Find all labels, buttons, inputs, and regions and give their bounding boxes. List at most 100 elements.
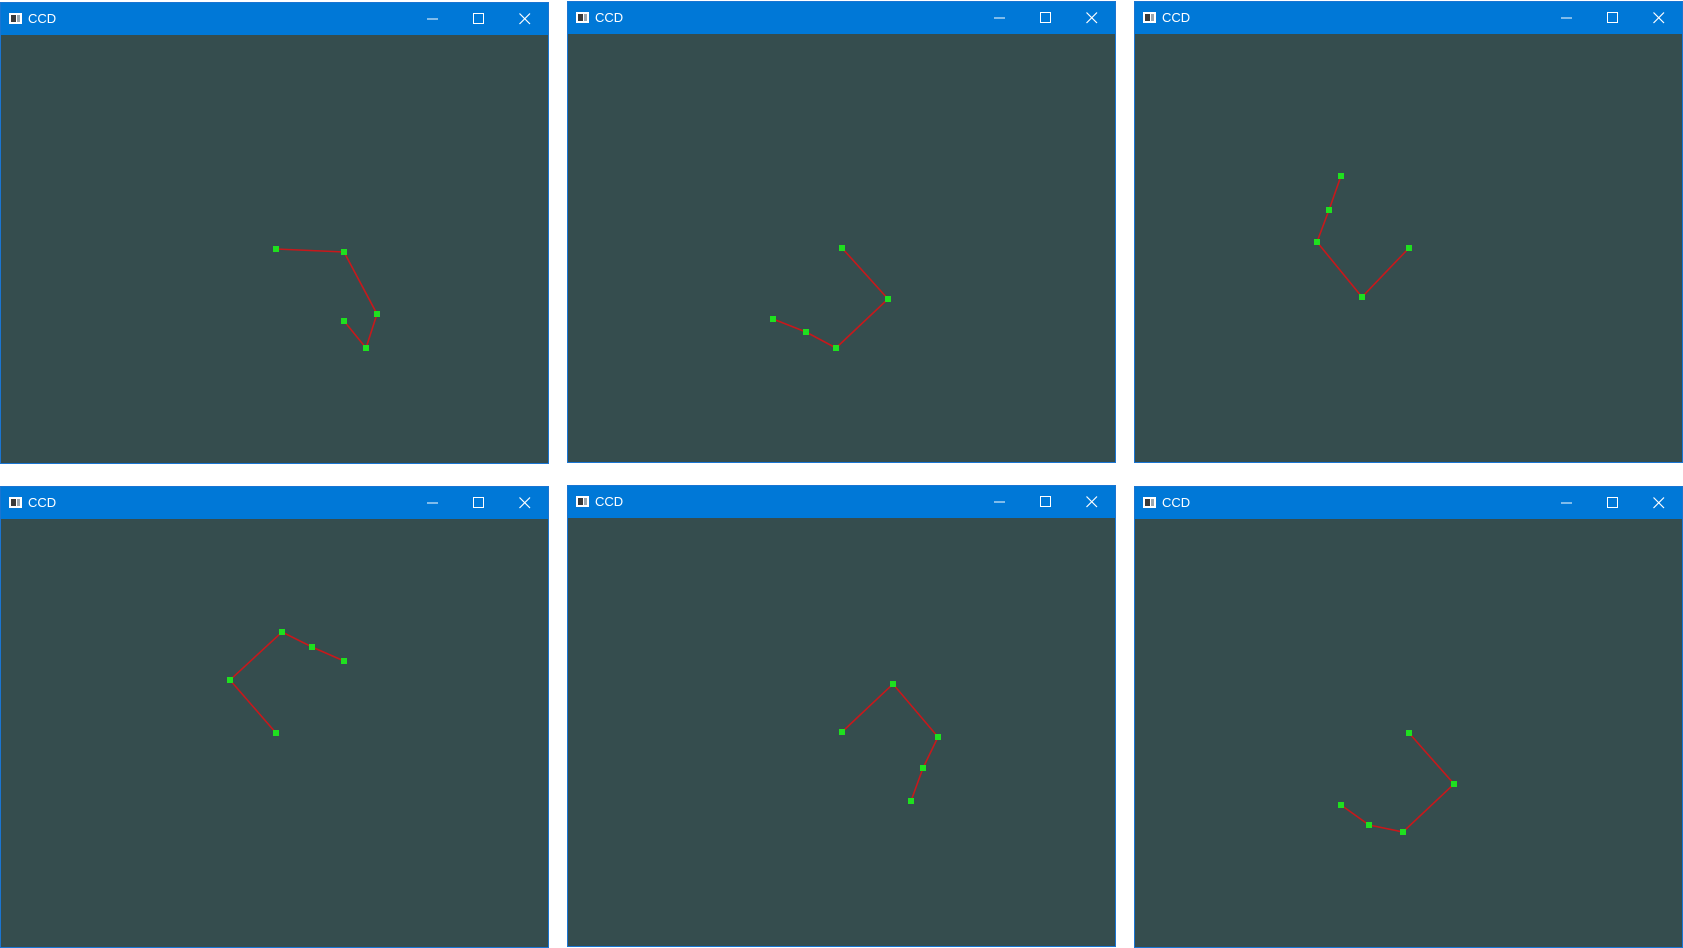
render-canvas[interactable]: [1, 519, 548, 947]
close-button[interactable]: [1069, 486, 1115, 518]
minimize-button[interactable]: [1544, 487, 1590, 519]
maximize-icon: [1040, 496, 1051, 507]
joint-point: [227, 677, 233, 683]
joint-point: [890, 681, 896, 687]
render-canvas[interactable]: [568, 34, 1115, 462]
ccd-arm-drawing: [839, 681, 941, 804]
ccd-arm-drawing: [770, 245, 891, 351]
app-window-icon[interactable]: [9, 13, 22, 24]
joint-point: [1406, 245, 1412, 251]
app-window-icon[interactable]: [576, 496, 589, 507]
close-button[interactable]: [502, 3, 548, 35]
arm-links: [841, 682, 939, 802]
render-canvas[interactable]: [1135, 34, 1682, 462]
ccd-window-5: CCD: [567, 485, 1116, 947]
render-canvas[interactable]: [1, 35, 548, 463]
minimize-button[interactable]: [410, 487, 456, 519]
ccd-window-3: CCD: [1134, 1, 1683, 463]
title-bar[interactable]: CCD: [1, 487, 548, 519]
joint-point: [833, 345, 839, 351]
maximize-icon: [1040, 12, 1051, 23]
window-title: CCD: [1162, 10, 1191, 25]
maximize-icon: [473, 13, 484, 24]
minimize-button[interactable]: [977, 2, 1023, 34]
arm-links: [1340, 732, 1456, 833]
ccd-arm-drawing: [1338, 730, 1457, 835]
close-icon: [1086, 496, 1098, 508]
ccd-arm-drawing: [1314, 173, 1412, 300]
minimize-icon: [427, 502, 438, 504]
ccd-window-1: CCD: [0, 2, 549, 464]
maximize-button[interactable]: [456, 487, 502, 519]
ccd-arm-drawing: [227, 629, 347, 736]
window-title: CCD: [595, 494, 624, 509]
joint-point: [1359, 294, 1365, 300]
minimize-button[interactable]: [1544, 2, 1590, 34]
ccd-window-2: CCD: [567, 1, 1116, 463]
close-icon: [519, 13, 531, 25]
joint-point: [1406, 730, 1412, 736]
close-icon: [1653, 497, 1665, 509]
joint-point: [885, 296, 891, 302]
joint-point: [363, 345, 369, 351]
window-title: CCD: [28, 495, 57, 510]
title-bar[interactable]: CCD: [1, 3, 548, 35]
minimize-button[interactable]: [977, 486, 1023, 518]
joint-point: [1400, 829, 1406, 835]
window-title: CCD: [28, 11, 57, 26]
joint-point: [1366, 822, 1372, 828]
minimize-icon: [1561, 17, 1572, 19]
ccd-arm-drawing: [273, 246, 380, 351]
joint-point: [1338, 173, 1344, 179]
maximize-button[interactable]: [1023, 2, 1069, 34]
render-canvas[interactable]: [568, 518, 1115, 946]
joint-point: [770, 316, 776, 322]
minimize-icon: [1561, 502, 1572, 504]
joint-point: [279, 629, 285, 635]
joint-point: [273, 730, 279, 736]
title-bar[interactable]: CCD: [568, 486, 1115, 518]
app-window-icon[interactable]: [1143, 12, 1156, 23]
close-button[interactable]: [1636, 487, 1682, 519]
maximize-button[interactable]: [1023, 486, 1069, 518]
maximize-icon: [473, 497, 484, 508]
maximize-button[interactable]: [456, 3, 502, 35]
maximize-icon: [1607, 12, 1618, 23]
joint-point: [374, 311, 380, 317]
close-icon: [1653, 12, 1665, 24]
arm-links: [1316, 175, 1410, 299]
joint-point: [1338, 802, 1344, 808]
ccd-window-4: CCD: [0, 486, 549, 948]
arm-links: [228, 631, 345, 734]
joint-point: [1326, 207, 1332, 213]
arm-links: [772, 247, 890, 349]
joint-point: [908, 798, 914, 804]
title-bar[interactable]: CCD: [1135, 2, 1682, 34]
arm-links: [275, 248, 378, 350]
app-window-icon[interactable]: [9, 497, 22, 508]
close-button[interactable]: [1069, 2, 1115, 34]
app-window-icon[interactable]: [1143, 497, 1156, 508]
title-bar[interactable]: CCD: [1135, 487, 1682, 519]
window-title: CCD: [1162, 495, 1191, 510]
joint-point: [309, 644, 315, 650]
minimize-button[interactable]: [410, 3, 456, 35]
joint-point: [1314, 239, 1320, 245]
close-icon: [1086, 12, 1098, 24]
minimize-icon: [994, 501, 1005, 503]
title-bar[interactable]: CCD: [568, 2, 1115, 34]
render-canvas[interactable]: [1135, 519, 1682, 947]
app-window-icon[interactable]: [576, 12, 589, 23]
ccd-window-6: CCD: [1134, 486, 1683, 948]
close-button[interactable]: [1636, 2, 1682, 34]
window-title: CCD: [595, 10, 624, 25]
close-icon: [519, 497, 531, 509]
maximize-icon: [1607, 497, 1618, 508]
joint-point: [839, 729, 845, 735]
maximize-button[interactable]: [1590, 487, 1636, 519]
maximize-button[interactable]: [1590, 2, 1636, 34]
joint-point: [920, 765, 926, 771]
joint-point: [341, 318, 347, 324]
close-button[interactable]: [502, 487, 548, 519]
joint-point: [341, 249, 347, 255]
